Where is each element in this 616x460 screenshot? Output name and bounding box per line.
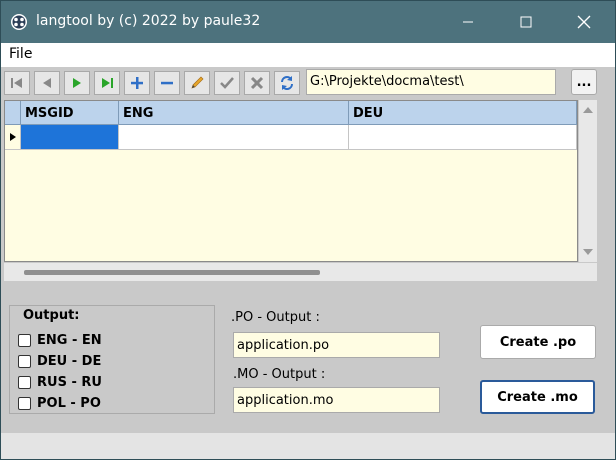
grid-cell-deu[interactable] (349, 125, 577, 150)
close-icon (577, 15, 591, 29)
horizontal-scroll-thumb[interactable] (24, 270, 320, 275)
prior-icon (43, 78, 51, 88)
post-record-button[interactable] (214, 71, 240, 95)
maximize-button[interactable] (503, 1, 549, 43)
window-title: langtool by (c) 2022 by paule32 (36, 13, 261, 29)
first-icon (11, 78, 22, 88)
checkbox-box[interactable] (18, 375, 31, 389)
status-bar (1, 433, 615, 459)
edit-icon (191, 76, 204, 89)
output-groupbox: Output: ENG - EN DEU - DE RUS - RU POL -… (9, 305, 215, 414)
checkbox-label: ENG - EN (37, 332, 102, 348)
checkbox-rus[interactable]: RUS - RU (18, 372, 102, 392)
output-group-title: Output: (20, 308, 83, 323)
checkbox-label: DEU - DE (37, 353, 102, 369)
add-icon (131, 77, 143, 89)
checkbox-label: POL - PO (37, 395, 101, 411)
checkbox-box[interactable] (18, 354, 31, 368)
po-output-field[interactable]: application.po (233, 332, 440, 358)
scroll-down-icon[interactable] (579, 246, 597, 258)
grid-cell-eng[interactable] (119, 125, 349, 150)
grid-horizontal-scrollbar[interactable] (4, 263, 597, 281)
data-grid[interactable]: MSGID ENG DEU (4, 100, 578, 262)
maximize-icon (520, 16, 532, 28)
checkbox-box[interactable] (18, 396, 31, 410)
delete-record-button[interactable] (154, 71, 180, 95)
row-indicator[interactable] (5, 125, 21, 150)
cancel-icon (250, 76, 264, 90)
create-mo-button[interactable]: Create .mo (480, 380, 595, 414)
grid-cell-msgid[interactable] (21, 125, 119, 150)
last-icon (102, 78, 113, 88)
last-record-button[interactable] (94, 71, 120, 95)
checkbox-deu[interactable]: DEU - DE (18, 351, 101, 371)
browse-button[interactable]: ... (571, 69, 597, 95)
mo-output-field[interactable]: application.mo (233, 387, 440, 413)
title-bar[interactable]: langtool by (c) 2022 by paule32 (1, 1, 615, 43)
first-record-button[interactable] (4, 71, 30, 95)
menu-file[interactable]: File (9, 46, 32, 62)
navigator-toolbar: G:\Projekte\docma\test\ ... (1, 67, 615, 99)
next-icon (73, 78, 81, 88)
close-button[interactable] (561, 1, 607, 43)
prior-record-button[interactable] (34, 71, 60, 95)
next-record-button[interactable] (64, 71, 90, 95)
column-header-deu[interactable]: DEU (349, 101, 577, 125)
mo-output-label: .MO - Output : (233, 367, 326, 382)
current-row-icon (9, 133, 16, 141)
app-window: langtool by (c) 2022 by paule32 File G:\… (0, 0, 616, 460)
refresh-button[interactable] (274, 71, 300, 95)
grid-indicator-header (5, 101, 21, 125)
column-header-msgid[interactable]: MSGID (21, 101, 119, 125)
path-field[interactable]: G:\Projekte\docma\test\ (306, 69, 556, 95)
app-icon (11, 14, 27, 30)
refresh-icon (281, 76, 293, 90)
minimize-icon (463, 21, 473, 23)
edit-record-button[interactable] (184, 71, 210, 95)
remove-icon (161, 81, 173, 85)
checkbox-label: RUS - RU (37, 374, 102, 390)
create-po-button[interactable]: Create .po (480, 325, 596, 359)
checkbox-box[interactable] (18, 333, 31, 347)
checkbox-pol[interactable]: POL - PO (18, 393, 101, 413)
menu-bar: File (1, 43, 615, 67)
post-icon (220, 77, 234, 89)
add-record-button[interactable] (124, 71, 150, 95)
scroll-up-icon[interactable] (579, 104, 597, 116)
minimize-button[interactable] (445, 1, 491, 43)
grid-vertical-scrollbar[interactable] (579, 100, 597, 262)
po-output-label: .PO - Output : (231, 310, 320, 325)
cancel-edit-button[interactable] (244, 71, 270, 95)
checkbox-eng[interactable]: ENG - EN (18, 330, 102, 350)
column-header-eng[interactable]: ENG (119, 101, 349, 125)
